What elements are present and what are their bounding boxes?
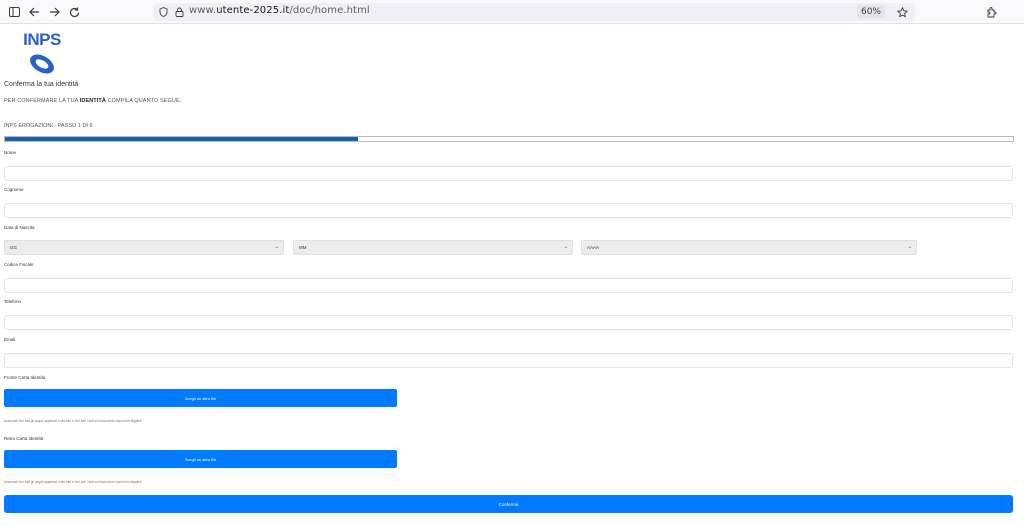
url-bar[interactable]: www.utente-2025.it/doc/home.html 60%: [153, 3, 915, 21]
front-id-upload-button[interactable]: Scegli un altro file: [4, 389, 397, 407]
sidebar-toggle-icon[interactable]: [6, 4, 22, 20]
nome-input[interactable]: [4, 166, 1013, 181]
email-label: Email: [4, 337, 16, 342]
progress-fill: [5, 137, 358, 141]
logo-swoosh-icon: [30, 54, 54, 74]
day-select[interactable]: GG ⌄: [4, 240, 284, 255]
chevron-down-icon: ⌄: [907, 244, 912, 250]
month-select[interactable]: MM ⌄: [293, 240, 573, 255]
month-select-value: MM: [299, 245, 307, 250]
codice-fiscale-input[interactable]: [4, 278, 1013, 293]
url-prefix: www.: [189, 5, 217, 16]
page-title: Conferma la tua identità: [4, 81, 79, 88]
email-input[interactable]: [4, 353, 1013, 368]
page-subtitle: PER CONFERMARE LA TUA IDENTITÀ COMPILA Q…: [4, 98, 181, 104]
back-arrow-icon[interactable]: [26, 4, 42, 20]
browser-toolbar: www.utente-2025.it/doc/home.html 60%: [0, 0, 1024, 24]
subtitle-bold: IDENTITÀ: [79, 98, 106, 104]
front-id-hint: Assicurati che tutti gli angoli appaiano…: [4, 419, 142, 423]
reload-icon[interactable]: [66, 4, 82, 20]
chevron-down-icon: ⌄: [274, 244, 279, 250]
subtitle-post: COMPILA QUANTO SEGUE.: [105, 98, 182, 104]
year-select-value: AAAA: [587, 245, 600, 250]
nome-label: Nome: [4, 150, 17, 155]
phone-input[interactable]: [4, 315, 1013, 330]
page-content: INPS Conferma la tua identità PER CONFER…: [0, 25, 1024, 525]
phone-label: Telefono: [4, 299, 22, 304]
lock-icon[interactable]: [172, 5, 186, 19]
bookmark-star-icon[interactable]: [895, 5, 909, 19]
forward-arrow-icon[interactable]: [46, 4, 62, 20]
cognome-label: Cognome: [4, 187, 24, 192]
cf-label: Codice Fiscale: [4, 262, 34, 267]
url-path: /doc/home.html: [289, 5, 370, 16]
progress-bar: [4, 136, 1014, 142]
extensions-icon[interactable]: [983, 4, 999, 20]
step-indicator: INPS EROGAZIONI - PASSO 1 DI 6: [4, 123, 93, 129]
back-id-label: Retro Carta Identità: [4, 436, 44, 441]
back-id-upload-button[interactable]: Scegli un altro file: [4, 450, 397, 468]
cognome-input[interactable]: [4, 203, 1013, 218]
day-select-value: GG: [10, 245, 18, 250]
logo-text: INPS: [23, 30, 61, 49]
url-text[interactable]: www.utente-2025.it/doc/home.html: [189, 5, 370, 16]
confirm-button[interactable]: Conferma: [4, 495, 1013, 513]
dob-label: Data di Nascita: [4, 225, 35, 230]
url-host: utente-2025.it: [216, 5, 290, 16]
front-id-label: Fronte Carta Identità: [4, 375, 46, 380]
year-select[interactable]: AAAA ⌄: [581, 240, 917, 255]
zoom-indicator[interactable]: 60%: [856, 5, 885, 19]
back-id-hint: Assicurati che tutti gli angoli appaiano…: [4, 480, 142, 484]
inps-logo: INPS: [22, 30, 62, 80]
chevron-down-icon: ⌄: [563, 244, 568, 250]
shield-icon[interactable]: [156, 5, 170, 19]
subtitle-pre: PER CONFERMARE LA TUA: [4, 98, 80, 104]
